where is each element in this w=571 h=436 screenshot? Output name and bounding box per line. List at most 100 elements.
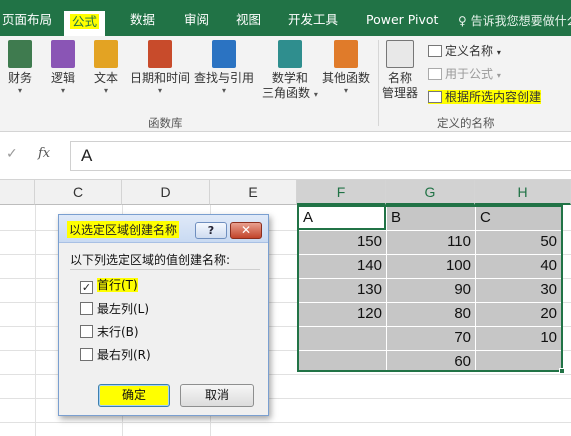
bottom-row-option[interactable]: 末行(B) [80,323,139,341]
finance-label: 财务 [8,71,33,85]
cancel-button[interactable]: 取消 [180,384,254,407]
fill-handle[interactable] [559,368,565,374]
finance-icon [8,40,32,68]
more-functions-button[interactable]: 其他函数 ▾ [322,40,370,96]
chevron-down-icon: ▾ [222,86,227,95]
cell-g3[interactable]: 100 [387,254,475,278]
column-header-f[interactable]: F [297,180,386,205]
bottom-row-label: 末行(B) [97,325,139,339]
group-defined-names: 定义的名称 [437,116,495,130]
help-button[interactable]: ? [195,222,227,239]
datetime-label: 日期和时间 [130,71,191,85]
tab-review[interactable]: 审阅 [184,9,209,31]
create-from-selection-icon [428,91,442,103]
tab-view[interactable]: 视图 [236,9,261,31]
use-in-formula-icon [428,68,442,80]
tab-data[interactable]: 数据 [130,9,155,31]
tab-formulas-label: 公式 [70,14,100,29]
math-button[interactable]: 数学和 三角函数 ▾ [262,40,318,101]
create-names-dialog: 以选定区域创建名称 ? ✕ 以下列选定区域的值创建名称: ✓ 首行(T) 最左列(… [58,214,269,416]
lookup-icon [212,40,236,68]
math-label: 数学和 [271,71,308,85]
dialog-prompt: 以下列选定区域的值创建名称: [70,253,231,267]
chevron-down-icon: ▾ [158,86,163,95]
chevron-down-icon: ▾ [313,90,318,99]
bottom-row-checkbox[interactable] [80,325,93,338]
dialog-title-bar[interactable]: 以选定区域创建名称 ? ✕ [59,215,268,243]
create-from-selection-label: 根据所选内容创建 [445,90,542,104]
cell-g7[interactable]: 60 [387,350,475,374]
chevron-down-icon: ▾ [344,86,349,95]
chevron-down-icon: ▾ [104,86,109,95]
cell-h5[interactable]: 20 [476,302,561,326]
tab-power-pivot[interactable]: Power Pivot [366,9,438,31]
right-column-checkbox[interactable] [80,348,93,361]
calendar-icon [148,40,172,68]
tab-formulas[interactable]: 公式 [64,11,106,36]
cell-h1[interactable]: C [476,206,561,230]
cell-f3[interactable]: 140 [299,254,386,278]
name-manager-icon [386,40,414,68]
cell-h6[interactable]: 10 [476,326,561,350]
cell-f1[interactable]: A [299,206,386,230]
column-header-g[interactable]: G [386,180,475,205]
datetime-button[interactable]: 日期和时间 ▾ [130,40,190,96]
col-line [35,205,36,436]
cell-g1[interactable]: B [387,206,475,230]
insert-function-icon[interactable]: fx [38,146,50,161]
math-label-2-text: 三角函数 [262,86,311,100]
column-header-d[interactable]: D [122,180,210,205]
column-header-c[interactable]: C [35,180,122,205]
tell-me-search[interactable]: ♀ 告诉我您想要做什么 [458,12,571,29]
top-row-label: 首行(T) [97,278,138,292]
column-header-h[interactable]: H [475,180,571,205]
right-column-label: 最右列(R) [97,348,151,362]
group-function-library: 函数库 [148,116,183,130]
create-from-selection-button[interactable]: 根据所选内容创建 [428,88,542,106]
use-in-formula-button[interactable]: 用于公式 ▾ [428,65,501,83]
top-row-checkbox[interactable]: ✓ [80,281,93,294]
left-column-option[interactable]: 最左列(L) [80,300,149,318]
tab-developer[interactable]: 开发工具 [288,9,338,31]
text-button[interactable]: 文本 ▾ [94,40,118,96]
cell-f2[interactable]: 150 [299,230,386,254]
column-header-e[interactable]: E [210,180,297,205]
formula-bar: ✓ fx A [0,132,571,180]
cell-g5[interactable]: 80 [387,302,475,326]
lookup-button[interactable]: 查找与引用 ▾ [194,40,254,96]
math-label-2: 三角函数 ▾ [262,86,318,101]
name-manager-label: 名称 [388,71,413,85]
ok-button[interactable]: 确定 [98,384,170,407]
cell-g6[interactable]: 70 [387,326,475,350]
dialog-divider [70,269,260,270]
cell-g4[interactable]: 90 [387,278,475,302]
column-header-partial[interactable] [0,180,35,205]
logic-button[interactable]: 逻辑 ▾ [51,40,75,96]
cell-h2[interactable]: 50 [476,230,561,254]
chevron-down-icon: ▾ [496,48,501,57]
finance-button[interactable]: 财务 ▾ [8,40,32,96]
cell-g2[interactable]: 110 [387,230,475,254]
math-icon [277,40,302,68]
cell-f4[interactable]: 130 [299,278,386,302]
cell-h4[interactable]: 30 [476,278,561,302]
define-name-icon [428,45,442,57]
chevron-down-icon: ▾ [18,86,23,95]
group-separator [378,40,379,126]
text-icon [94,40,118,68]
row-line [0,422,571,423]
left-column-checkbox[interactable] [80,302,93,315]
define-name-label: 定义名称 [445,44,494,58]
formula-input[interactable]: A [70,141,571,171]
right-column-option[interactable]: 最右列(R) [80,346,151,364]
enter-check-icon[interactable]: ✓ [6,146,18,162]
cell-f5[interactable]: 120 [299,302,386,326]
cell-h3[interactable]: 40 [476,254,561,278]
chevron-down-icon: ▾ [61,86,66,95]
name-manager-button[interactable]: 名称 管理器 [382,40,418,101]
close-button[interactable]: ✕ [230,222,262,239]
tab-page-layout[interactable]: 页面布局 [2,9,52,31]
top-row-option[interactable]: ✓ 首行(T) [80,276,138,294]
name-manager-label-2: 管理器 [382,86,419,100]
define-name-button[interactable]: 定义名称 ▾ [428,42,501,60]
